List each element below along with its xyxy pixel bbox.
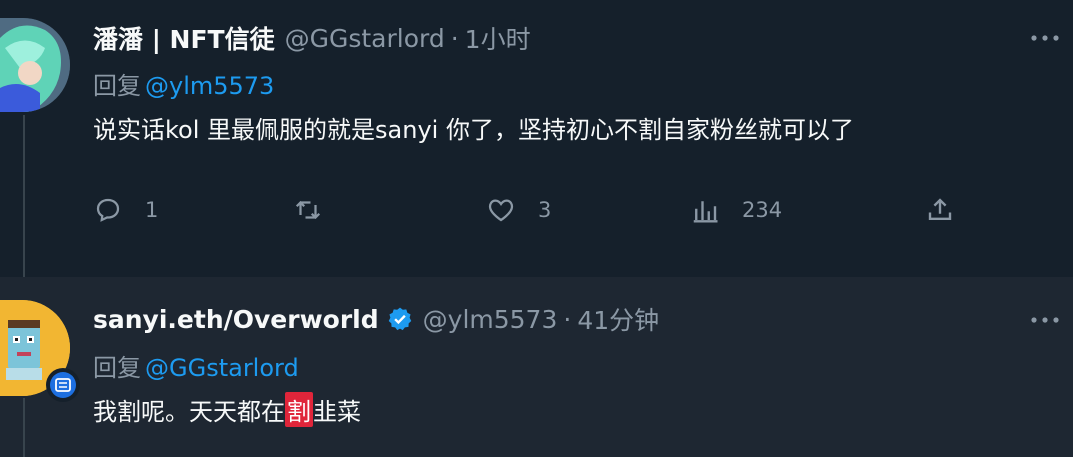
separator: ·	[563, 304, 572, 334]
reply-mention-link[interactable]: @ylm5573	[145, 72, 274, 100]
community-badge-icon	[46, 368, 80, 402]
highlighted-character: 割	[285, 392, 313, 427]
timestamp[interactable]: 1小时	[465, 20, 531, 56]
retweet-icon	[295, 200, 321, 220]
analytics-icon	[693, 201, 718, 223]
user-handle[interactable]: @ylm5573	[423, 305, 558, 334]
display-name[interactable]: sanyi.eth/Overworld	[93, 305, 379, 334]
reply-icon	[96, 198, 120, 222]
share-icon	[928, 198, 952, 220]
views-count: 234	[742, 198, 783, 222]
retweet-button[interactable]	[293, 195, 345, 225]
reply-context: 回复 @ylm5573	[93, 66, 274, 101]
separator: ·	[450, 23, 459, 53]
thread-line	[23, 115, 25, 277]
user-handle[interactable]: @GGstarlord	[285, 24, 445, 53]
tweet-parent[interactable]: 潘潘 | NFT信徒 @GGstarlord · 1小时 回复 @ylm5573 …	[0, 0, 1073, 277]
reply-mention-link[interactable]: @GGstarlord	[145, 354, 299, 382]
tweet-text-part: 我割呢。天天都在	[93, 398, 285, 426]
views-button[interactable]: 234	[690, 195, 782, 225]
action-bar: 1 3 234	[93, 195, 973, 231]
reply-count: 1	[145, 198, 159, 222]
tweet-text: 我割呢。天天都在割韭菜	[93, 392, 361, 427]
more-options-icon[interactable]	[1027, 28, 1063, 48]
tweet-header: sanyi.eth/Overworld @ylm5573 · 41分钟	[93, 301, 659, 337]
thread-line	[23, 398, 25, 457]
reply-context: 回复 @GGstarlord	[93, 348, 299, 383]
like-button[interactable]: 3	[486, 195, 551, 225]
reply-prefix: 回复	[93, 354, 141, 382]
timestamp[interactable]: 41分钟	[577, 301, 659, 337]
share-button[interactable]	[925, 195, 955, 225]
tweet-text: 说实话kol 里最佩服的就是sanyi 你了，坚持初心不割自家粉丝就可以了	[93, 116, 854, 144]
verified-badge-icon[interactable]	[387, 306, 413, 332]
reply-button[interactable]: 1	[93, 195, 158, 225]
like-count: 3	[538, 198, 552, 222]
more-options-icon[interactable]	[1027, 310, 1063, 330]
heart-icon	[488, 199, 514, 222]
tweet-text-part: 韭菜	[313, 398, 361, 426]
avatar[interactable]	[0, 18, 70, 112]
reply-prefix: 回复	[93, 72, 141, 100]
tweet-header: 潘潘 | NFT信徒 @GGstarlord · 1小时	[93, 20, 531, 56]
display-name[interactable]: 潘潘 | NFT信徒	[93, 20, 275, 56]
